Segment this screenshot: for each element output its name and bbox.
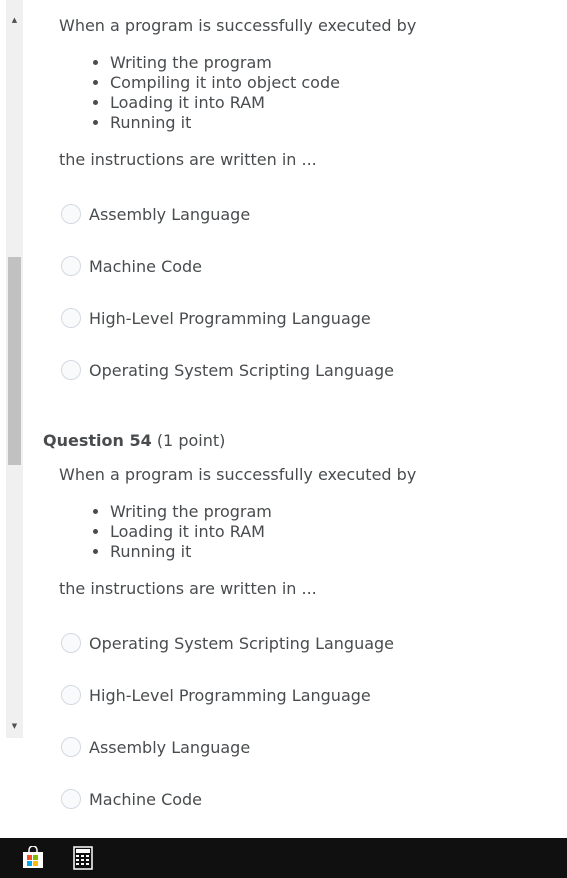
taskbar [0, 838, 567, 878]
answer-option[interactable]: High-Level Programming Language [61, 306, 371, 330]
radio-button[interactable] [61, 256, 81, 276]
scroll-thumb[interactable] [8, 257, 21, 465]
option-label: Assembly Language [89, 737, 251, 757]
radio-button[interactable] [61, 633, 81, 653]
answer-option[interactable]: Operating System Scripting Language [61, 631, 394, 655]
question-stem: When a program is successfully executed … [59, 465, 417, 484]
question-points: (1 point) [156, 431, 226, 450]
answer-option[interactable]: Machine Code [61, 787, 202, 811]
list-item: Running it [110, 113, 340, 133]
calculator-icon[interactable] [71, 846, 95, 870]
question-title: Question 54 (1 point) [43, 431, 225, 450]
option-label: Operating System Scripting Language [89, 633, 395, 653]
radio-button[interactable] [61, 360, 81, 380]
question-prompt: the instructions are written in ... [59, 150, 317, 169]
radio-button[interactable] [61, 737, 81, 757]
radio-button[interactable] [61, 789, 81, 809]
radio-button[interactable] [61, 685, 81, 705]
question-prompt: the instructions are written in ... [59, 579, 317, 598]
list-item: Running it [110, 542, 272, 562]
list-item: Writing the program [110, 502, 272, 522]
question-stem: When a program is successfully executed … [59, 16, 417, 35]
answer-option[interactable]: Assembly Language [61, 735, 250, 759]
scroll-down-arrow-icon[interactable]: ▼ [6, 718, 23, 735]
answer-option[interactable]: Assembly Language [61, 202, 250, 226]
option-label: High-Level Programming Language [89, 308, 371, 328]
list-item: Compiling it into object code [110, 73, 340, 93]
option-label: Operating System Scripting Language [89, 360, 395, 380]
list-item: Writing the program [110, 53, 340, 73]
answer-option[interactable]: High-Level Programming Language [61, 683, 371, 707]
store-icon[interactable] [21, 845, 45, 870]
step-list: Writing the program Compiling it into ob… [90, 53, 340, 133]
step-list: Writing the program Loading it into RAM … [90, 502, 272, 562]
option-label: Machine Code [89, 789, 203, 809]
list-item: Loading it into RAM [110, 93, 340, 113]
scrollbar[interactable]: ▲ ▼ [6, 0, 23, 738]
radio-button[interactable] [61, 204, 81, 224]
answer-option[interactable]: Operating System Scripting Language [61, 358, 394, 382]
quiz-page: ▲ ▼ When a program is successfully execu… [0, 0, 567, 878]
list-item: Loading it into RAM [110, 522, 272, 542]
radio-button[interactable] [61, 308, 81, 328]
option-label: High-Level Programming Language [89, 685, 371, 705]
option-label: Assembly Language [89, 204, 251, 224]
answer-option[interactable]: Machine Code [61, 254, 202, 278]
question-number: Question 54 [43, 431, 152, 450]
option-label: Machine Code [89, 256, 203, 276]
scroll-up-arrow-icon[interactable]: ▲ [6, 12, 23, 29]
